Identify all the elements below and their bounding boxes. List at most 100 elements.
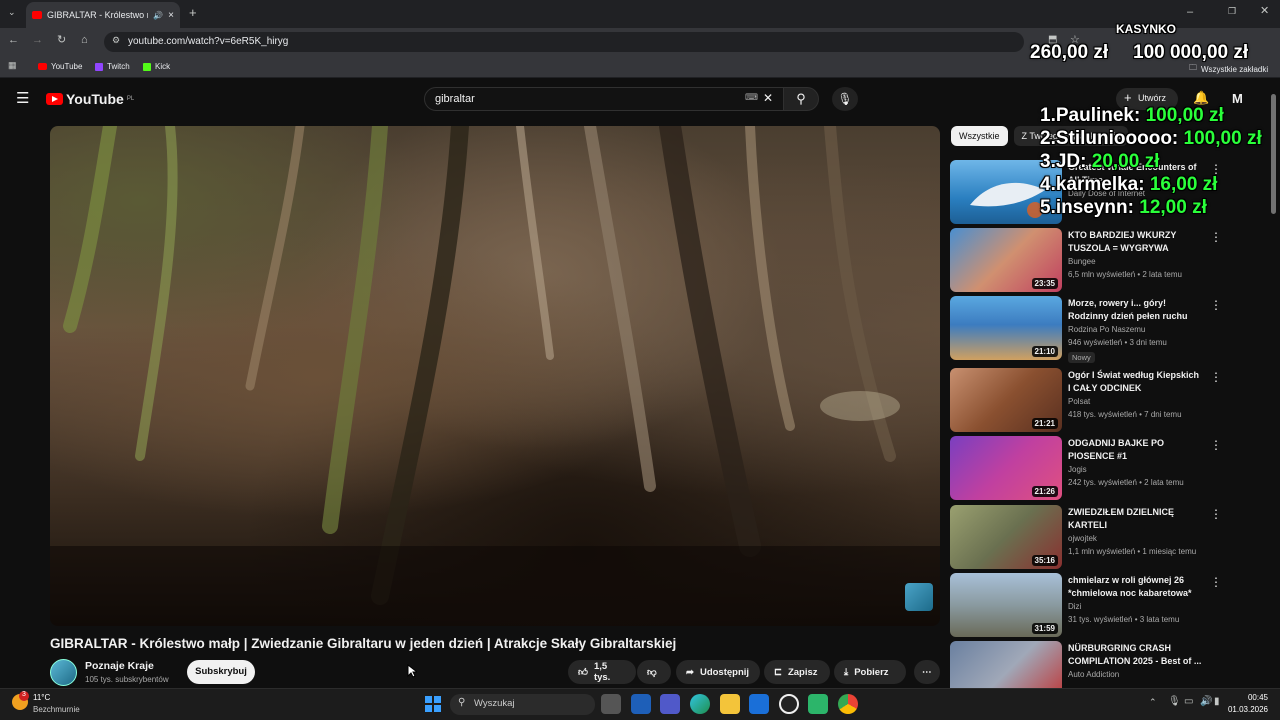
voice-search-button[interactable]: 🎙 (832, 87, 858, 111)
account-avatar[interactable]: M (1232, 91, 1243, 106)
recommendation-item[interactable]: 21:26 ODGADNIJ BAJKE PO PIOSENCE #1 Jogi… (950, 436, 1222, 500)
video-thumbnail[interactable]: 31:59 (950, 573, 1062, 637)
teams-icon[interactable] (660, 694, 680, 714)
home-icon[interactable]: ⌂ (81, 35, 88, 46)
recommendation-item[interactable]: 21:21 Ogór I Świat według Kiepskich I CA… (950, 368, 1222, 432)
search-icon: ⚲ (796, 91, 806, 106)
window-close-icon[interactable]: ✕ (1260, 6, 1269, 17)
video-thumbnail[interactable]: 21:26 (950, 436, 1062, 500)
channel-watermark[interactable] (905, 583, 933, 611)
clock-time[interactable]: 00:45 (1236, 693, 1268, 702)
more-options-icon[interactable]: ⋮ (1210, 575, 1222, 589)
youtube-icon (38, 63, 47, 70)
tab-list-icon[interactable]: ⌄ (8, 8, 16, 17)
keyboard-icon[interactable]: ⌨ (745, 93, 758, 102)
more-options-icon[interactable]: ⋮ (1210, 230, 1222, 244)
region-code: PL (126, 96, 135, 102)
all-bookmarks[interactable]: 🗀 Wszystkie zakładki (1189, 62, 1268, 76)
reload-icon[interactable]: ↻ (57, 35, 66, 46)
speaker-icon[interactable]: 🔊 (153, 11, 163, 20)
taskbar-search[interactable]: ⚲ Wyszukaj (450, 694, 595, 715)
clock-date[interactable]: 01.03.2026 (1224, 705, 1268, 714)
recommendation-title: chmielarz w roli głównej 26 *chmielowa n… (1068, 575, 1192, 598)
url-bar[interactable]: ⚙ youtube.com/watch?v=6eR5K_hiryg (104, 32, 1024, 52)
app-android-icon[interactable] (808, 694, 828, 714)
volume-icon[interactable]: 🔊 (1200, 697, 1212, 707)
like-button[interactable]: 👍︎ 1,5 tys. (568, 660, 636, 684)
clear-search-icon[interactable]: ✕ (763, 92, 773, 104)
forward-icon[interactable]: → (32, 35, 43, 46)
file-explorer-icon[interactable] (720, 694, 740, 714)
scrollbar[interactable] (1271, 94, 1276, 214)
subscriber-count: 105 tys. subskrybentów (85, 675, 169, 684)
channel-name[interactable]: Poznaje Kraje (85, 660, 154, 672)
more-options-icon[interactable]: ⋮ (1210, 507, 1222, 521)
notifications-icon[interactable]: 🔔 (1193, 91, 1209, 104)
save-button[interactable]: ⊏ Zapisz (764, 660, 830, 684)
balance-2: 100 000,00 zł (1133, 42, 1249, 63)
subscribe-button[interactable]: Subskrybuj (187, 660, 255, 684)
recommendation-channel: Polsat (1068, 397, 1091, 406)
recommendation-item[interactable]: 21:10 Morze, rowery i... góry! Rodzinny … (950, 296, 1222, 363)
recommendation-item[interactable]: NÜRBURGRING CRASH COMPILATION 2025 - Bes… (950, 641, 1210, 688)
duration-badge: 31:59 (1031, 623, 1058, 634)
share-button[interactable]: ➦ Udostępnij (676, 660, 760, 684)
thumbs-up-icon: 👍︎ (578, 667, 588, 678)
recommendation-item[interactable]: 35:16 ZWIEDZIŁEM DZIELNICĘ KARTELI ojwoj… (950, 505, 1222, 569)
more-actions-button[interactable]: ⋯ (914, 660, 940, 684)
casino-label: KASYNKO (1116, 22, 1177, 36)
recommendation-meta: 31 tys. wyświetleń • 3 lata temu (1068, 615, 1180, 624)
cave-stalactites-image (50, 126, 940, 626)
browser-tab[interactable]: GIBRALTAR - Królestwo małp 🔊 × (26, 2, 180, 28)
mouse-cursor-icon (407, 664, 417, 678)
channel-avatar[interactable] (50, 659, 77, 686)
recommendation-item[interactable]: 31:59 chmielarz w roli głównej 26 *chmie… (950, 573, 1222, 637)
search-button[interactable]: ⚲ (783, 87, 819, 111)
video-thumbnail[interactable]: 21:21 (950, 368, 1062, 432)
more-options-icon[interactable]: ⋮ (1210, 370, 1222, 384)
edge-icon[interactable] (690, 694, 710, 714)
duration-badge: 21:21 (1031, 418, 1058, 429)
task-view-icon[interactable] (601, 694, 621, 714)
back-icon[interactable]: ← (8, 35, 19, 46)
video-player[interactable] (50, 126, 940, 626)
youtube-play-icon (46, 93, 63, 105)
chip-all[interactable]: Wszystkie (951, 126, 1008, 146)
bookmark-kick[interactable]: Kick (143, 62, 170, 71)
recommendation-title: Ogór I Świat według Kiepskich I CAŁY ODC… (1068, 370, 1200, 393)
video-thumbnail[interactable] (950, 641, 1062, 688)
maximize-icon[interactable]: ❐ (1228, 7, 1236, 16)
recommendation-title: NÜRBURGRING CRASH COMPILATION 2025 - Bes… (1068, 643, 1202, 666)
network-icon[interactable]: ▭ (1184, 697, 1193, 707)
leaderboard-row: 2.Stiluniooooo: 100,00 zł (1040, 128, 1262, 149)
bookmark-twitch[interactable]: Twitch (95, 62, 130, 71)
download-button[interactable]: ⤓ Pobierz (834, 660, 906, 684)
store-icon[interactable] (749, 694, 769, 714)
recommendation-channel: Dizi (1068, 602, 1082, 611)
more-options-icon[interactable]: ⋮ (1210, 438, 1222, 452)
youtube-logo[interactable]: YouTube PL (46, 91, 134, 107)
minimize-icon[interactable]: – (1187, 7, 1193, 18)
site-info-icon[interactable]: ⚙ (112, 36, 120, 45)
tab-close-icon[interactable]: × (168, 10, 174, 21)
recommendation-item[interactable]: 23:35 KTO BARDZIEJ WKURZY TUSZOLA = WYGR… (950, 228, 1222, 292)
app-g-icon[interactable] (779, 694, 799, 714)
apps-grid-icon[interactable]: ▦ (8, 61, 17, 70)
video-thumbnail[interactable]: 21:10 (950, 296, 1062, 360)
twitch-icon (95, 62, 103, 71)
photos-app-icon[interactable] (631, 694, 651, 714)
video-thumbnail[interactable]: 35:16 (950, 505, 1062, 569)
dislike-button[interactable]: 👎︎ (637, 660, 671, 684)
recommendation-channel: ojwojtek (1068, 534, 1097, 543)
menu-icon[interactable]: ☰ (16, 91, 29, 106)
bookmark-youtube[interactable]: YouTube (38, 62, 82, 71)
search-input[interactable]: gibraltar ⌨ ✕ (424, 87, 784, 111)
start-icon[interactable] (425, 696, 441, 712)
tray-arrow-icon[interactable]: ⌃ (1149, 698, 1157, 707)
battery-icon[interactable]: ▮ (1214, 697, 1220, 707)
microphone-tray-icon[interactable]: 🎙 (1168, 697, 1181, 707)
more-options-icon[interactable]: ⋮ (1210, 298, 1222, 312)
new-tab-icon[interactable]: + (189, 6, 197, 19)
video-thumbnail[interactable]: 23:35 (950, 228, 1062, 292)
chrome-icon[interactable] (838, 694, 858, 714)
